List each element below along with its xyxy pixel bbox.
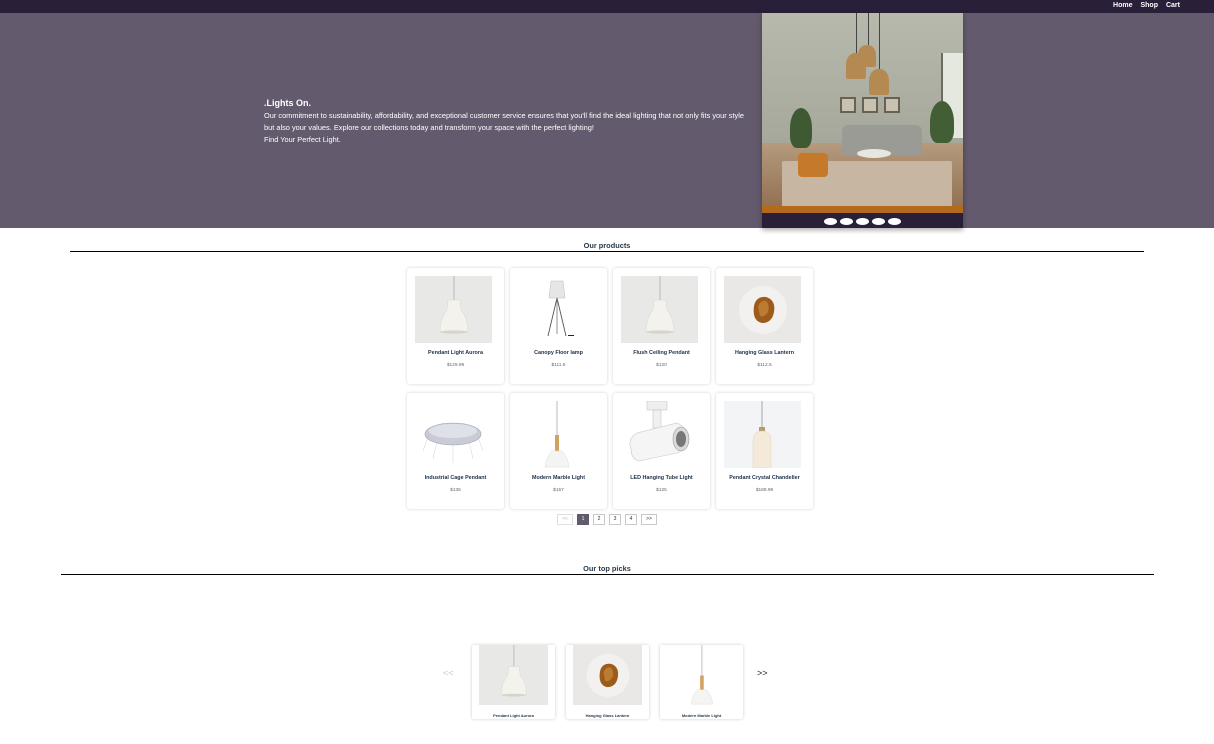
product-name: Industrial Cage Pendant [424, 475, 487, 481]
hero-banner: .Lights On. Our commitment to sustainabi… [0, 13, 1214, 228]
product-card[interactable]: Industrial Cage Pendant $135 [407, 393, 504, 509]
product-price: $112.5 [757, 363, 772, 368]
product-price: $157 [553, 488, 564, 493]
product-price: $129.99 [446, 363, 465, 368]
pagination-page-2[interactable]: 2 [593, 514, 605, 525]
product-card[interactable]: Hanging Glass Lantern $112.5 [716, 268, 813, 384]
product-card[interactable]: Flush Ceiling Pendant $120 [613, 268, 710, 384]
slider-dot[interactable] [872, 218, 885, 225]
top-picks-section-title: Our top picks [583, 564, 631, 573]
products-section-title: Our products [583, 241, 631, 250]
pagination-page-4[interactable]: 4 [625, 514, 637, 525]
product-card[interactable]: Pendant Crystal Chandelier $188.99 [716, 393, 813, 509]
product-name: Pendant Light Aurora [428, 350, 483, 356]
product-name: Modern Marble Light [531, 475, 585, 481]
top-nav-bar: Home Shop Cart [0, 0, 1214, 13]
product-card[interactable]: Modern Marble Light $157 [510, 393, 607, 509]
white-pendant-lamp-image [415, 276, 492, 343]
product-price: $111.5 [551, 363, 566, 368]
white-pendant-lamp-image [472, 645, 555, 705]
top-pick-name: Hanging Glass Lantern [585, 713, 630, 718]
top-pick-card[interactable]: Hanging Glass Lantern [566, 645, 649, 719]
nav-link-home[interactable]: Home [1113, 1, 1132, 11]
slider-dot[interactable] [888, 218, 901, 225]
slider-dots [824, 218, 901, 225]
nav-link-cart[interactable]: Cart [1166, 1, 1180, 11]
product-price: $120 [656, 363, 667, 368]
product-card[interactable]: LED Hanging Tube Light $125 [613, 393, 710, 509]
nav-link-shop[interactable]: Shop [1140, 1, 1158, 11]
hero-text: .Lights On. Our commitment to sustainabi… [264, 97, 754, 146]
product-name: Flush Ceiling Pendant [633, 350, 690, 356]
product-name: Pendant Crystal Chandelier [729, 475, 800, 481]
product-name: Canopy Floor lamp [534, 350, 583, 356]
top-pick-name: Modern Marble Light [681, 713, 722, 718]
disc-cage-pendant-image [415, 401, 492, 468]
product-name: LED Hanging Tube Light [630, 475, 693, 481]
hero-image-slider[interactable] [762, 13, 963, 228]
amber-glass-lantern-image [566, 645, 649, 705]
product-card[interactable]: Pendant Light Aurora $129.99 [407, 268, 504, 384]
products-divider [70, 251, 1144, 252]
tripod-floor-lamp-image [518, 276, 595, 343]
top-picks-prev-button[interactable]: << [443, 668, 454, 678]
product-name: Hanging Glass Lantern [734, 350, 794, 356]
pagination-prev-button[interactable]: << [557, 514, 573, 525]
top-picks-next-button[interactable]: >> [757, 668, 768, 678]
hero-title: .Lights On. [264, 98, 311, 108]
slider-dot[interactable] [824, 218, 837, 225]
marble-pendant-light-image [660, 645, 743, 705]
product-price: $188.99 [755, 488, 774, 493]
pagination-page-3[interactable]: 3 [609, 514, 621, 525]
amber-glass-lantern-image [724, 276, 801, 343]
hero-tagline: Find Your Perfect Light. [264, 135, 341, 144]
marble-pendant-light-image [518, 401, 595, 468]
pagination: << 1 2 3 4 >> [557, 514, 657, 525]
top-pick-card[interactable]: Pendant Light Aurora [472, 645, 555, 719]
slider-dot[interactable] [840, 218, 853, 225]
pagination-page-1[interactable]: 1 [577, 514, 589, 525]
top-pick-name: Pendant Light Aurora [493, 713, 534, 718]
track-spotlight-image [621, 401, 698, 468]
product-price: $125 [656, 488, 667, 493]
capsule-pendant-image [724, 401, 801, 468]
top-picks-divider [61, 574, 1154, 575]
product-card[interactable]: Canopy Floor lamp $111.5 [510, 268, 607, 384]
pagination-next-button[interactable]: >> [641, 514, 657, 525]
hero-description: Our commitment to sustainability, afford… [264, 111, 744, 132]
living-room-slide-image [762, 13, 963, 213]
white-pendant-lamp-image [621, 276, 698, 343]
slider-dot[interactable] [856, 218, 869, 225]
nav-links: Home Shop Cart [1113, 1, 1180, 11]
top-pick-card[interactable]: Modern Marble Light [660, 645, 743, 719]
product-price: $135 [450, 488, 461, 493]
